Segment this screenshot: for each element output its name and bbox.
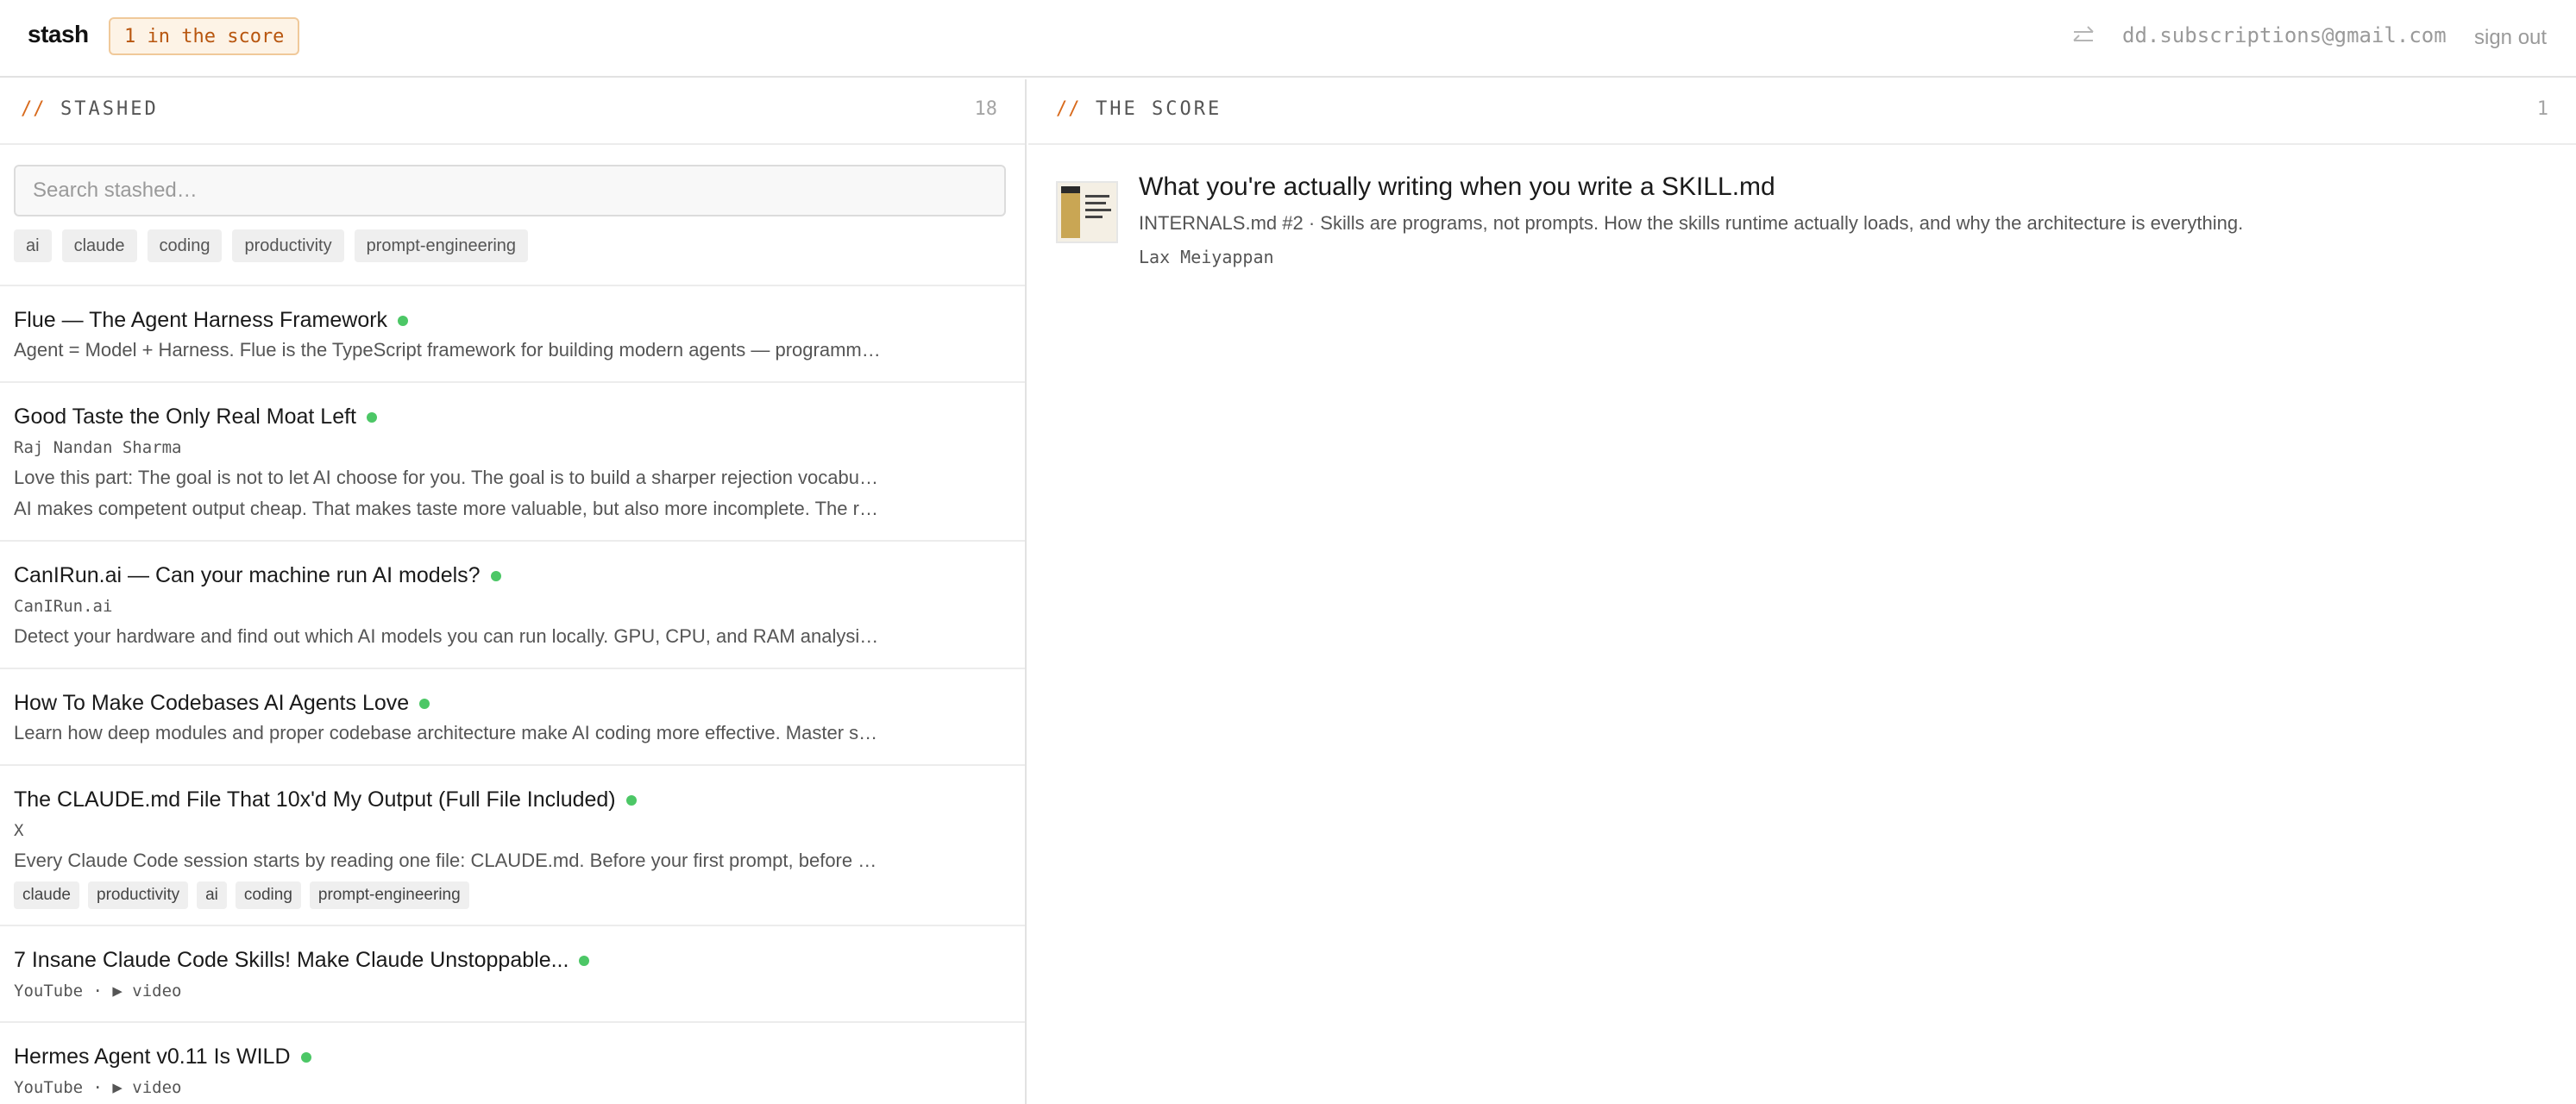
stashed-header: // STASHED 18 — [0, 79, 1025, 145]
section-slashes: // — [21, 98, 46, 120]
list-item[interactable]: 7 Insane Claude Code Skills! Make Claude… — [0, 926, 1025, 1023]
item-description: Agent = Model + Harness. Flue is the Typ… — [14, 339, 882, 361]
item-description: Learn how deep modules and proper codeba… — [14, 722, 882, 743]
status-dot — [579, 955, 590, 966]
score-header: // THE SCORE 1 — [1028, 79, 2576, 145]
status-dot — [367, 411, 377, 423]
item-title[interactable]: Hermes Agent v0.11 Is WILD — [14, 1042, 291, 1071]
score-count: 1 — [2536, 98, 2548, 120]
item-source: X — [14, 821, 24, 840]
filter-chip-coding[interactable]: coding — [147, 229, 223, 262]
score-card-author: Lax Meiyappan — [1139, 247, 1274, 267]
item-title[interactable]: 7 Insane Claude Code Skills! Make Claude… — [14, 945, 569, 975]
filter-chip-prompt-engineering[interactable]: prompt-engineering — [354, 229, 529, 262]
item-description: Detect your hardware and find out which … — [14, 625, 882, 647]
score-card-title[interactable]: What you're actually writing when you wr… — [1139, 172, 1775, 202]
item-title[interactable]: How To Make Codebases AI Agents Love — [14, 688, 409, 718]
app-logo[interactable]: stash — [28, 21, 89, 48]
stashed-list: Flue — The Agent Harness Framework Agent… — [0, 286, 1025, 1104]
swap-arrows-icon[interactable] — [2070, 19, 2096, 53]
tag-filters: ai claude coding productivity prompt-eng… — [14, 229, 529, 262]
stashed-title: STASHED — [60, 98, 159, 120]
item-title[interactable]: CanIRun.ai — Can your machine run AI mod… — [14, 561, 481, 590]
score-title: THE SCORE — [1096, 98, 1222, 120]
item-description: AI makes competent output cheap. That ma… — [14, 498, 882, 519]
sign-out-link[interactable]: sign out — [2474, 26, 2547, 50]
status-dot — [419, 698, 430, 709]
status-dot — [625, 794, 637, 806]
item-description: Every Claude Code session starts by read… — [14, 850, 882, 871]
section-slashes: // — [1056, 98, 1081, 120]
list-item[interactable]: Hermes Agent v0.11 Is WILD YouTube · ▶ v… — [0, 1023, 1025, 1104]
status-dot — [398, 315, 409, 326]
item-title[interactable]: The CLAUDE.md File That 10x'd My Output … — [14, 785, 616, 814]
item-title[interactable]: Flue — The Agent Harness Framework — [14, 305, 387, 335]
filter-chip-claude[interactable]: claude — [61, 229, 137, 262]
list-item[interactable]: Flue — The Agent Harness Framework Agent… — [0, 286, 1025, 383]
article-thumbnail — [1056, 181, 1118, 243]
item-source: CanIRun.ai — [14, 597, 113, 616]
score-card-description: INTERNALS.md #2 · Skills are programs, n… — [1139, 212, 2244, 234]
score-count-badge: 1 in the score — [109, 17, 300, 55]
item-source: YouTube · ▶ video — [14, 982, 182, 1000]
item-note: Love this part: The goal is not to let A… — [14, 467, 882, 488]
user-email: dd.subscriptions@gmail.com — [2122, 23, 2447, 47]
search-input[interactable] — [14, 165, 1006, 216]
list-item[interactable]: Good Taste the Only Real Moat Left Raj N… — [0, 383, 1025, 542]
item-tags: claude productivity ai coding prompt-eng… — [14, 881, 1013, 909]
stashed-count: 18 — [974, 98, 998, 120]
item-source: YouTube · ▶ video — [14, 1078, 182, 1097]
filter-chip-productivity[interactable]: productivity — [232, 229, 344, 262]
stashed-pane: // STASHED 18 ai claude coding productiv… — [0, 79, 1027, 1104]
list-item[interactable]: The CLAUDE.md File That 10x'd My Output … — [0, 766, 1025, 926]
item-source: Raj Nandan Sharma — [14, 438, 182, 457]
list-item[interactable]: CanIRun.ai — Can your machine run AI mod… — [0, 542, 1025, 669]
tag-chip[interactable]: claude — [14, 881, 79, 909]
tag-chip[interactable]: ai — [197, 881, 227, 909]
list-item[interactable]: How To Make Codebases AI Agents Love Lea… — [0, 669, 1025, 766]
status-dot — [490, 570, 501, 581]
status-dot — [300, 1051, 311, 1063]
filter-chip-ai[interactable]: ai — [14, 229, 52, 262]
item-title[interactable]: Good Taste the Only Real Moat Left — [14, 402, 356, 431]
score-pane: // THE SCORE 1 What you're actually writ… — [1028, 79, 2576, 1104]
tag-chip[interactable]: productivity — [88, 881, 189, 909]
score-card[interactable]: What you're actually writing when you wr… — [1056, 172, 2557, 267]
tag-chip[interactable]: prompt-engineering — [309, 881, 469, 909]
tag-chip[interactable]: coding — [235, 881, 301, 909]
top-bar: stash 1 in the score dd.subscriptions@gm… — [0, 0, 2576, 78]
